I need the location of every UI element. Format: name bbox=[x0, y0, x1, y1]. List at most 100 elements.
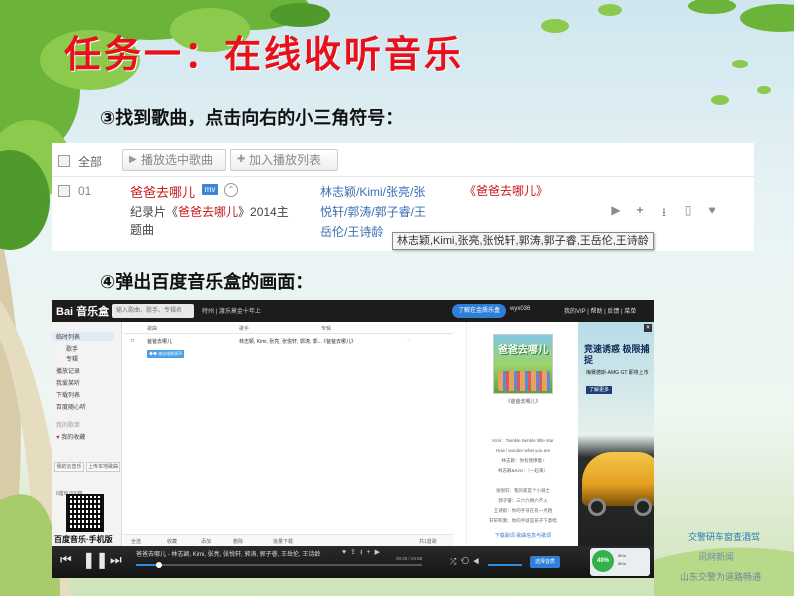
now-playing-title: 爸爸去哪儿 - 林志颖, Kimi, 张亮, 张悦轩, 郭涛, 郭子睿, 王岳伦… bbox=[136, 552, 321, 558]
play-selected-label: 播放选中歌曲 bbox=[141, 153, 214, 167]
lyric-line: 轩轩和我：你的手就是孩子下意暗 bbox=[489, 518, 557, 523]
player-mode-icons: ⤮⟲◀ bbox=[450, 557, 483, 567]
heart-icon[interactable]: ♥ bbox=[342, 549, 350, 556]
music-box-search-input[interactable]: 输入歌曲、歌手、专辑名 bbox=[112, 304, 194, 318]
background-news-label: 讯网新闻 bbox=[698, 553, 735, 563]
footer-collect[interactable]: 收藏 bbox=[167, 538, 177, 545]
select-all-checkbox[interactable] bbox=[58, 155, 70, 167]
ad-car-wheel bbox=[588, 498, 606, 516]
row-song: 爸爸去哪儿 bbox=[147, 339, 173, 345]
song-album-link[interactable]: 《爸爸去哪儿》 bbox=[464, 182, 548, 199]
download-icon[interactable]: ⭳ bbox=[656, 203, 672, 224]
music-box-hot-search[interactable]: 特州 | 渡乐莫金十年上 bbox=[202, 306, 261, 315]
ad-title: 竞速诱惑 极限捕捉 bbox=[584, 344, 650, 365]
footer-add[interactable]: 添加 bbox=[201, 538, 211, 545]
song-list-header: 歌曲 歌手 专辑 bbox=[123, 322, 453, 334]
speed-widget: 40% 0K/s 0K/s bbox=[590, 548, 650, 576]
previous-icon[interactable]: ⏮ bbox=[60, 552, 72, 568]
lyric-links[interactable]: 下载歌词 歌曲信息与歌词 bbox=[467, 532, 579, 539]
sidebar-item-random[interactable]: 百度随心听 bbox=[56, 402, 86, 411]
music-box-header: Bai 音乐盒 输入歌曲、歌手、专辑名 特州 | 渡乐莫金十年上 了解在金质乐盒… bbox=[52, 300, 654, 322]
add-icon[interactable]: + bbox=[366, 549, 374, 556]
mv-icon[interactable]: ▶ bbox=[375, 549, 384, 556]
row-album: 《爸爸去哪儿》 bbox=[321, 339, 357, 345]
shuffle-icon[interactable]: ⤮ bbox=[450, 557, 460, 566]
progress-knob[interactable] bbox=[155, 562, 162, 568]
sidebar-item-album[interactable]: 专辑 bbox=[66, 354, 78, 363]
song-row-actions: ▶ + ⭳ ▯ ♥ bbox=[608, 203, 728, 219]
song-row-number: 01 bbox=[78, 184, 92, 198]
song-title-link[interactable]: 爸爸去哪儿 bbox=[130, 182, 195, 201]
share-icon[interactable]: ⇪ bbox=[350, 549, 360, 556]
progress-track[interactable] bbox=[136, 562, 422, 568]
ad-banner[interactable]: ✕ 竞速诱惑 极限捕捉 梅赛德斯-AMG GT 即将上市 了解更多 bbox=[578, 322, 654, 548]
list-item[interactable]: □ 爸爸去哪儿 林志颖, Kimi, 张亮, 张悦轩, 郭涛, 郭... 《爸爸… bbox=[123, 336, 467, 346]
cover-people-image bbox=[498, 371, 550, 391]
lyric-line: 林志颖：你有我撑着 ! bbox=[501, 458, 545, 463]
tab-upload[interactable]: 上传本地歌曲 bbox=[86, 462, 120, 472]
footer-batch-download[interactable]: 批量下载 bbox=[273, 538, 293, 545]
sidebar-favorite-label: 我的收藏 bbox=[61, 435, 86, 441]
play-selected-button[interactable]: ▶ 播放选中歌曲 bbox=[122, 149, 226, 171]
play-triangle-icon[interactable]: ▶ bbox=[608, 203, 624, 217]
music-box-top-menu[interactable]: 我的VIP | 帮助 | 反馈 | 菜单 bbox=[564, 306, 636, 315]
sidebar-item-history[interactable]: 播放记录 bbox=[56, 366, 80, 375]
desc-prefix: 纪录片《 bbox=[130, 205, 179, 219]
music-box-promo-button[interactable]: 了解在金质乐盒 bbox=[452, 304, 507, 318]
col-singer: 歌手 bbox=[239, 326, 250, 332]
plus-icon: ✚ bbox=[237, 154, 246, 165]
slide-title: 任务一：在线收听音乐 bbox=[64, 32, 464, 76]
music-box-window: Bai 音乐盒 输入歌曲、歌手、专辑名 特州 | 渡乐莫金十年上 了解在金质乐盒… bbox=[52, 300, 654, 578]
sound-quality-button[interactable]: 选择音质 bbox=[530, 556, 561, 568]
speed-percent: 40% bbox=[592, 550, 614, 572]
artists-tooltip: 林志颖,Kimi,张亮,张悦轩,郭涛,郭子睿,王岳伦,王诗龄 bbox=[392, 232, 654, 250]
player-song-actions: ♥⇪⭳+▶ bbox=[342, 548, 384, 559]
mv-source-tag: ◆◆ 来自电影原声 bbox=[147, 350, 185, 358]
music-box-user[interactable]: wyx036 bbox=[510, 306, 530, 312]
row-checkbox[interactable]: □ bbox=[131, 338, 134, 344]
ad-car-wheel bbox=[634, 498, 652, 516]
desc-link[interactable]: 爸爸去哪儿 bbox=[178, 205, 238, 219]
sidebar-section-playlists: 我的歌单 bbox=[56, 423, 81, 429]
sidebar-item-download[interactable]: 下载列表 bbox=[56, 390, 80, 399]
ad-learn-more-button[interactable]: 了解更多 bbox=[586, 386, 613, 394]
pause-icon[interactable]: ❚❚ bbox=[82, 550, 109, 570]
cover-album-title: 《爸爸去哪儿》 bbox=[505, 399, 541, 405]
col-album: 专辑 bbox=[321, 326, 332, 332]
play-icon: ▶ bbox=[129, 154, 137, 165]
sidebar-item-singer[interactable]: 歌手 bbox=[66, 344, 78, 353]
step-3-instruction: ③找到歌曲，点击向右的小三角符号： bbox=[100, 108, 404, 129]
sidebar-item-favorite[interactable]: ♥ 我的收藏 bbox=[56, 432, 85, 441]
add-to-playlist-label: 加入播放列表 bbox=[249, 153, 322, 167]
repeat-icon[interactable]: ⟲ bbox=[460, 557, 473, 566]
song-list-toolbar: 全部 ▶ 播放选中歌曲 ✚ 加入播放列表 bbox=[52, 143, 754, 177]
qr-code-icon bbox=[66, 494, 104, 532]
add-icon[interactable]: + bbox=[632, 203, 648, 217]
mobile-brand-label: 百度音乐·手机版 bbox=[54, 535, 113, 544]
song-row-checkbox[interactable] bbox=[58, 185, 70, 197]
song-list-panel: 全部 ▶ 播放选中歌曲 ✚ 加入播放列表 01 爸爸去哪儿 mv ⌃ 纪录片《爸… bbox=[52, 143, 754, 251]
close-icon[interactable]: ✕ bbox=[644, 324, 652, 332]
song-description: 纪录片《爸爸去哪儿》2014主题曲 bbox=[130, 203, 290, 239]
footer-select-all[interactable]: 全选 bbox=[131, 538, 141, 545]
tab-my-cloud[interactable]: 我的云音乐 bbox=[54, 462, 84, 472]
add-to-playlist-button[interactable]: ✚ 加入播放列表 bbox=[230, 149, 338, 171]
expand-circle-icon[interactable]: ⌃ bbox=[224, 183, 238, 197]
next-icon[interactable]: ⏭ bbox=[110, 552, 122, 568]
download-speed: 0K/s bbox=[618, 561, 627, 566]
volume-icon[interactable]: ◀ bbox=[473, 557, 483, 566]
collect-icon[interactable]: ▯ bbox=[680, 203, 696, 217]
lyric-line: How i wonder what you are bbox=[495, 448, 551, 453]
background-news-strip: 交警研车窗查酒驾 bbox=[688, 533, 761, 543]
mv-badge-icon[interactable]: mv bbox=[202, 184, 218, 195]
album-cover[interactable]: 爸爸去哪儿 bbox=[493, 334, 553, 394]
sidebar-item-playlist[interactable]: 临时列表 bbox=[52, 332, 114, 341]
music-box-sidebar: 临时列表 歌手 专辑 播放记录 我爱某听 下载列表 百度随心听 我的歌单 ♥ 我… bbox=[52, 322, 122, 546]
heart-icon[interactable]: ♡ bbox=[407, 338, 411, 344]
cover-text: 爸爸去哪儿 bbox=[498, 345, 548, 356]
sidebar-item-recommend[interactable]: 我爱某听 bbox=[56, 378, 80, 387]
heart-icon[interactable]: ♥ bbox=[704, 203, 720, 217]
music-box-logo: Bai 音乐盒 bbox=[56, 306, 110, 318]
footer-delete[interactable]: 删除 bbox=[233, 538, 243, 545]
volume-slider[interactable] bbox=[488, 564, 522, 566]
